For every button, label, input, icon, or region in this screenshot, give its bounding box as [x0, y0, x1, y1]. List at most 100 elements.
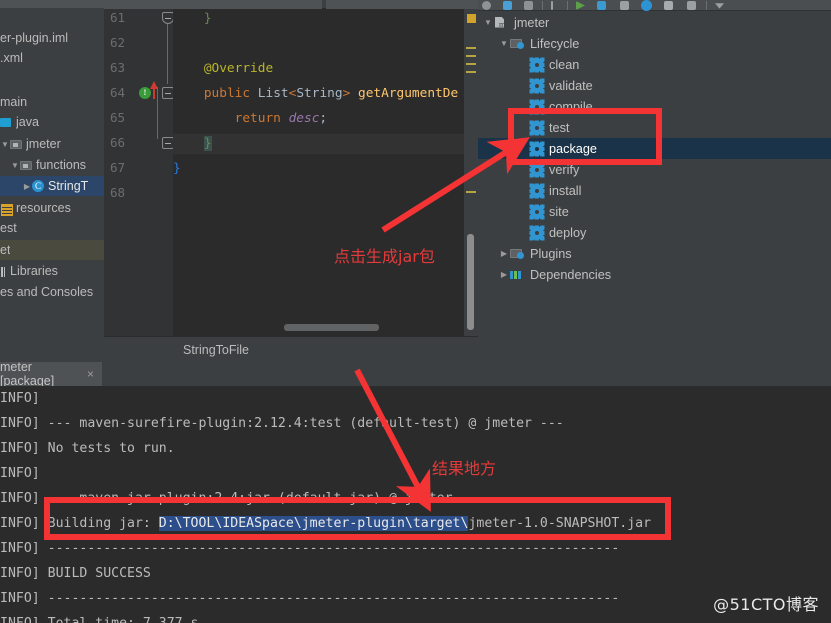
tree-item-jmeter[interactable]: ▼ jmeter — [0, 134, 104, 154]
editor-vertical-scrollbar[interactable] — [464, 9, 478, 336]
breadcrumb-label[interactable]: StringToFile — [183, 343, 249, 357]
code-line-61[interactable]: } — [173, 9, 478, 29]
editor-hscrollbar-thumb[interactable] — [284, 324, 379, 331]
tree-item-label: resources — [16, 201, 71, 215]
java-class-icon — [32, 179, 45, 193]
chevron-right-icon[interactable]: ▶ — [498, 270, 510, 279]
tree-item-label: functions — [36, 158, 87, 172]
tree-item-xml[interactable]: .xml — [0, 48, 104, 68]
chevron-right-icon[interactable]: ▶ — [22, 182, 32, 191]
editor-tab-bar[interactable] — [104, 0, 478, 9]
maven-run-tool-window[interactable]: meter [package] × INFO] INFO] --- maven-… — [0, 360, 831, 623]
maven-tree-label: jmeter — [514, 15, 550, 30]
maven-tree-label: Plugins — [530, 246, 572, 261]
run-tab-label: meter [package] — [0, 360, 55, 388]
maven-tree-label: validate — [549, 78, 593, 93]
chevron-right-icon[interactable]: ▶ — [498, 249, 510, 258]
editor-tab-1[interactable] — [104, 0, 322, 9]
settings-icon[interactable] — [715, 3, 724, 9]
tree-item-stringtofile[interactable]: ▶ StringT — [0, 176, 104, 196]
chevron-down-icon[interactable]: ▼ — [482, 18, 494, 27]
project-tool-window[interactable]: er-plugin.iml .xml main java ▼ jmeter ▼ … — [0, 0, 104, 360]
collapse-all-icon[interactable] — [687, 1, 696, 10]
maven-tree-item-dependencies[interactable]: ▶ Dependencies — [478, 264, 831, 285]
chevron-down-icon[interactable]: ▼ — [10, 161, 20, 170]
refresh-icon[interactable] — [482, 1, 491, 10]
console-line: INFO] — [0, 391, 40, 406]
maven-tree-label: site — [549, 204, 569, 219]
console-line: INFO] — [0, 466, 40, 481]
tree-item-iml[interactable]: er-plugin.iml — [0, 28, 104, 48]
maven-goal-icon — [529, 183, 545, 198]
maven-tree-item-plugins[interactable]: ▶ Plugins — [478, 243, 831, 264]
maven-tree-item-lifecycle[interactable]: ▼ Lifecycle — [478, 33, 831, 54]
close-icon[interactable]: × — [87, 367, 94, 381]
editor-scrollbar-thumb[interactable] — [467, 234, 474, 330]
maven-goal-validate[interactable]: validate — [478, 75, 831, 96]
maven-tree-label: Lifecycle — [530, 36, 580, 51]
project-panel-header — [0, 0, 104, 8]
code-line-66[interactable]: } — [173, 134, 478, 154]
editor-horizontal-scrollbar[interactable] — [179, 324, 478, 331]
editor-change-marker — [466, 55, 476, 57]
maven-toolbar[interactable] — [478, 0, 831, 11]
run-tab-package[interactable]: meter [package] × — [0, 360, 102, 388]
console-line-build-success: INFO] BUILD SUCCESS — [0, 566, 151, 581]
show-dependencies-icon[interactable] — [664, 1, 673, 10]
code-line-64[interactable]: public List<String> getArgumentDe — [173, 84, 478, 104]
fold-guide-line-active — [157, 87, 158, 139]
code-line-67[interactable]: } — [173, 159, 478, 179]
editor-inspection-status-marker[interactable] — [467, 14, 476, 23]
tree-item-test[interactable]: est — [0, 218, 104, 238]
toggle-offline-icon[interactable] — [597, 1, 606, 10]
maven-goal-deploy[interactable]: deploy — [478, 222, 831, 243]
maven-goal-icon — [529, 78, 545, 93]
tree-item-target[interactable]: et — [0, 240, 104, 260]
plus-icon[interactable] — [551, 1, 553, 10]
tree-item-label: er-plugin.iml — [0, 31, 69, 45]
editor-tab-2[interactable] — [326, 0, 478, 9]
tree-item-java[interactable]: java — [0, 112, 104, 132]
maven-tree-item-jmeter[interactable]: ▼ jmeter — [478, 12, 831, 33]
console-line: INFO] No tests to run. — [0, 441, 175, 456]
editor-change-marker — [466, 71, 476, 73]
dependencies-icon — [510, 268, 525, 282]
code-line-63[interactable]: @Override — [173, 59, 478, 79]
tree-item-label: es and Consoles — [0, 285, 94, 299]
tree-item-label: java — [16, 115, 39, 129]
code-line-65[interactable]: return desc; — [173, 109, 478, 129]
chevron-down-icon[interactable]: ▼ — [498, 39, 510, 48]
source-root-icon — [0, 116, 13, 129]
lifecycle-folder-icon — [510, 37, 525, 51]
code-line-62[interactable] — [173, 34, 478, 54]
maven-goal-clean[interactable]: clean — [478, 54, 831, 75]
generate-sources-icon[interactable] — [524, 1, 533, 10]
console-line: INFO] --- maven-surefire-plugin:2.12.4:t… — [0, 416, 564, 431]
maven-goal-install[interactable]: install — [478, 180, 831, 201]
editor-gutter[interactable]: 61 62 63 64 65 66 67 68 ! — [104, 9, 174, 336]
maven-goal-site[interactable]: site — [478, 201, 831, 222]
breadcrumb[interactable]: StringToFile — [104, 336, 478, 362]
tree-item-resources[interactable]: resources — [0, 198, 104, 218]
maven-tool-window[interactable]: ▼ jmeter ▼ Lifecycle clean validate comp… — [478, 0, 831, 362]
execute-goal-icon[interactable] — [641, 0, 652, 11]
run-tab-bar[interactable]: meter [package] × — [0, 360, 831, 388]
tree-item-functions[interactable]: ▼ functions — [0, 155, 104, 175]
toolbar-separator — [542, 1, 543, 10]
intention-bulb-icon[interactable]: ! — [139, 87, 151, 99]
add-maven-project-icon[interactable] — [503, 1, 512, 10]
plugins-folder-icon — [510, 247, 525, 261]
maven-goal-icon — [529, 204, 545, 219]
toolbar-separator — [706, 1, 707, 10]
maven-tree-label: clean — [549, 57, 580, 72]
code-editor[interactable]: 61 62 63 64 65 66 67 68 ! } @Override pu… — [104, 0, 478, 336]
run-maven-build-icon[interactable] — [576, 1, 585, 10]
tree-item-libraries[interactable]: Libraries — [0, 261, 104, 281]
chevron-down-icon[interactable]: ▼ — [0, 140, 10, 149]
package-folder-icon — [20, 159, 33, 172]
tree-item-scratches-consoles[interactable]: es and Consoles — [0, 282, 104, 302]
editor-text-area[interactable]: } @Override public List<String> getArgum… — [173, 9, 478, 336]
code-line-68[interactable] — [173, 184, 478, 204]
skip-tests-icon[interactable] — [620, 1, 629, 10]
tree-item-main[interactable]: main — [0, 92, 104, 112]
